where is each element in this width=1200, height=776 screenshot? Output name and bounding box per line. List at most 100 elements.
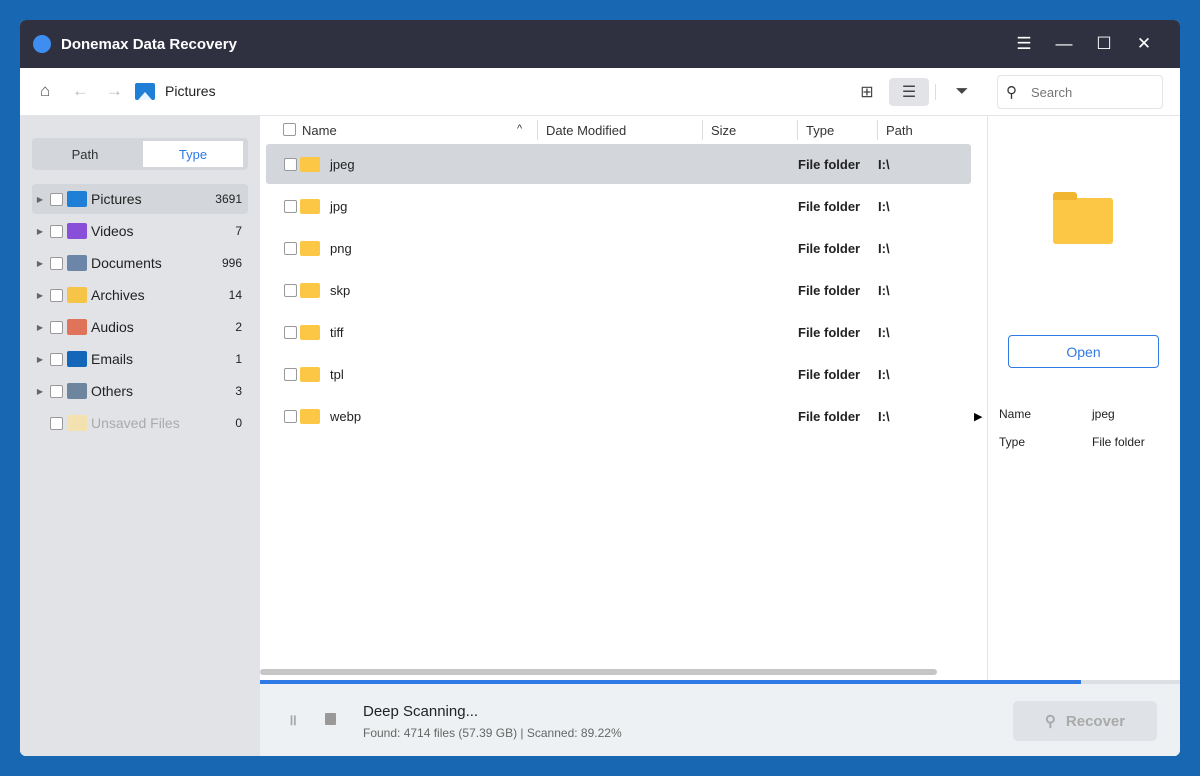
- search-icon: ⚲: [1044, 713, 1056, 730]
- checkbox[interactable]: [50, 224, 63, 238]
- scan-progress-bar: [260, 680, 1180, 684]
- row-checkbox[interactable]: [284, 283, 297, 297]
- category-label: Videos: [91, 223, 134, 239]
- expand-arrow-icon[interactable]: ▶: [34, 355, 46, 364]
- checkbox[interactable]: [50, 256, 63, 270]
- expand-arrow-icon[interactable]: ▶: [34, 259, 46, 268]
- status-bar: ॥ Deep Scanning... Found: 4714 files (57…: [260, 680, 1180, 756]
- table-row[interactable]: png File folder I:\: [266, 228, 971, 268]
- breadcrumb: Pictures: [165, 83, 216, 99]
- table-row[interactable]: webp File folder I:\: [266, 396, 971, 436]
- category-icon: [67, 191, 87, 207]
- file-type: File folder: [798, 324, 861, 340]
- file-type: File folder: [798, 282, 861, 298]
- row-checkbox[interactable]: [284, 367, 297, 381]
- checkbox[interactable]: [50, 384, 63, 398]
- tab-type[interactable]: Type: [143, 141, 243, 167]
- expand-arrow-icon[interactable]: ▶: [34, 227, 46, 236]
- category-label: Unsaved Files: [91, 415, 180, 431]
- maximize-button[interactable]: ☐: [1084, 20, 1124, 68]
- file-type: File folder: [798, 156, 861, 172]
- table-row[interactable]: tpl File folder I:\: [266, 354, 971, 394]
- sidebar-item-emails[interactable]: ▶ Emails 1: [32, 344, 248, 374]
- name-label: Name: [999, 407, 1032, 421]
- select-all-checkbox[interactable]: [283, 123, 296, 136]
- table-row[interactable]: tiff File folder I:\: [266, 312, 971, 352]
- file-path: I:\: [878, 240, 890, 256]
- collapse-panel-arrow-icon[interactable]: ▶: [974, 410, 982, 423]
- category-icon: [67, 351, 87, 367]
- filter-button[interactable]: ⏷: [942, 78, 982, 106]
- pause-button[interactable]: ॥: [288, 710, 297, 730]
- expand-arrow-icon[interactable]: ▶: [34, 323, 46, 332]
- folder-icon: [300, 156, 320, 172]
- sidebar-item-others[interactable]: ▶ Others 3: [32, 376, 248, 406]
- sidebar-item-archives[interactable]: ▶ Archives 14: [32, 280, 248, 310]
- file-type: File folder: [798, 408, 861, 424]
- column-date-modified[interactable]: Date Modified: [546, 123, 626, 138]
- sidebar-item-videos[interactable]: ▶ Videos 7: [32, 216, 248, 246]
- menu-icon[interactable]: ☰: [1004, 20, 1044, 68]
- table-row[interactable]: jpg File folder I:\: [266, 186, 971, 226]
- checkbox[interactable]: [50, 288, 63, 302]
- preview-panel: ▶ Open Name jpeg Type File folder: [974, 116, 1180, 680]
- sidebar-item-documents[interactable]: ▶ Documents 996: [32, 248, 248, 278]
- list-view-button[interactable]: ☰: [889, 78, 929, 106]
- category-icon: [67, 319, 87, 335]
- category-count: 3691: [215, 192, 242, 206]
- minimize-button[interactable]: —: [1044, 20, 1084, 68]
- forward-arrow-icon[interactable]: →: [106, 81, 123, 101]
- category-icon: [67, 415, 87, 431]
- type-value: File folder: [1092, 435, 1145, 449]
- row-checkbox[interactable]: [284, 199, 297, 213]
- row-checkbox[interactable]: [284, 325, 297, 339]
- horizontal-scrollbar[interactable]: [260, 669, 937, 675]
- sidebar-item-pictures[interactable]: ▶ Pictures 3691: [32, 184, 248, 214]
- checkbox[interactable]: [50, 416, 63, 430]
- file-name: skp: [330, 282, 351, 298]
- table-row[interactable]: skp File folder I:\: [266, 270, 971, 310]
- view-mode-toggle: Path Type: [32, 138, 248, 170]
- category-count: 14: [228, 288, 242, 302]
- expand-arrow-icon[interactable]: ▶: [34, 195, 46, 204]
- search-box[interactable]: ⚲: [997, 75, 1163, 109]
- file-name: jpg: [330, 198, 348, 214]
- checkbox[interactable]: [50, 192, 63, 206]
- close-button[interactable]: ✕: [1124, 20, 1164, 68]
- column-name[interactable]: Name: [302, 123, 337, 138]
- type-label: Type: [999, 435, 1026, 449]
- tab-path[interactable]: Path: [35, 141, 135, 167]
- column-size[interactable]: Size: [711, 123, 736, 138]
- search-input[interactable]: [1031, 84, 1141, 100]
- column-type[interactable]: Type: [806, 123, 834, 138]
- category-label: Emails: [91, 351, 134, 367]
- checkbox[interactable]: [50, 352, 63, 366]
- category-count: 2: [235, 320, 242, 334]
- grid-view-button[interactable]: ⊞: [847, 78, 887, 106]
- category-label: Others: [91, 383, 134, 399]
- title-bar: Donemax Data Recovery ☰ — ☐ ✕: [20, 20, 1180, 68]
- expand-arrow-icon[interactable]: ▶: [34, 291, 46, 300]
- file-path: I:\: [878, 324, 890, 340]
- sidebar-item-unsaved-files[interactable]: Unsaved Files 0: [32, 408, 248, 438]
- row-checkbox[interactable]: [284, 157, 297, 171]
- recover-button[interactable]: ⚲ Recover: [1013, 701, 1157, 741]
- file-path: I:\: [878, 156, 890, 172]
- category-count: 996: [221, 256, 242, 270]
- row-checkbox[interactable]: [284, 409, 297, 423]
- checkbox[interactable]: [50, 320, 63, 334]
- open-button[interactable]: Open: [1008, 335, 1159, 368]
- search-icon: ⚲: [1006, 84, 1017, 101]
- app-title: Donemax Data Recovery: [61, 35, 237, 53]
- row-checkbox[interactable]: [284, 241, 297, 255]
- expand-arrow-icon[interactable]: ▶: [34, 387, 46, 396]
- scan-status-title: Deep Scanning...: [363, 703, 479, 720]
- back-arrow-icon[interactable]: ←: [72, 81, 89, 101]
- column-path[interactable]: Path: [886, 123, 913, 138]
- stop-button[interactable]: [325, 713, 336, 725]
- sort-ascending-icon[interactable]: ^: [517, 123, 522, 135]
- sidebar-item-audios[interactable]: ▶ Audios 2: [32, 312, 248, 342]
- table-row[interactable]: jpeg File folder I:\: [266, 144, 971, 184]
- home-icon[interactable]: ⌂: [40, 81, 50, 101]
- file-name: jpeg: [330, 156, 355, 172]
